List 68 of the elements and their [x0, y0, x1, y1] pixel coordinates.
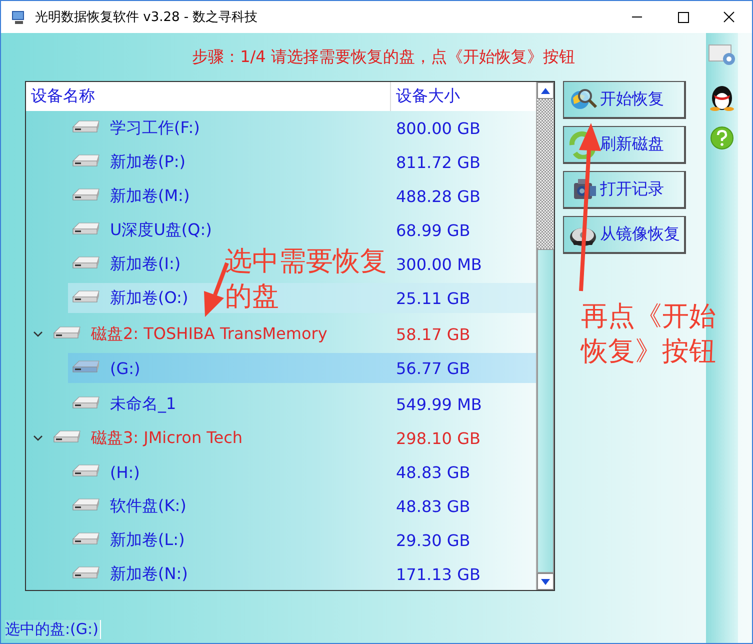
- volume-size: 549.99 MB: [395, 394, 483, 416]
- action-button[interactable]: 刷新磁盘: [563, 126, 686, 164]
- volume-size: 48.83 GB: [395, 462, 472, 484]
- column-header[interactable]: 设备大小: [391, 82, 536, 111]
- volume-item[interactable]: (G:): [68, 353, 144, 383]
- volume-size: 25.11 GB: [395, 288, 472, 310]
- volume-name: 学习工作(F:): [110, 118, 200, 138]
- volume-item[interactable]: 新加卷(P:): [68, 147, 190, 177]
- drive-icon: [71, 358, 101, 374]
- volume-size: 488.28 GB: [395, 186, 482, 208]
- volume-name: 新加卷(P:): [110, 152, 186, 172]
- scroll-up-icon[interactable]: [541, 88, 550, 94]
- volume-name: (G:): [110, 358, 140, 378]
- volume-item[interactable]: 新加卷(O:): [68, 283, 192, 313]
- drive-icon: [71, 118, 101, 134]
- drive-icon: [71, 288, 101, 304]
- drive-icon: [71, 220, 101, 236]
- disk-size: 58.17 GB: [395, 324, 472, 346]
- drive-icon: [71, 530, 101, 546]
- disk-size: 298.10 GB: [395, 428, 482, 450]
- volume-size: 300.00 MB: [395, 254, 483, 276]
- action-button[interactable]: 开始恢复: [563, 81, 686, 119]
- action-button[interactable]: 从镜像恢复: [563, 216, 686, 254]
- volume-size: 48.83 GB: [395, 496, 472, 518]
- volume-name: 软件盘(K:): [110, 496, 186, 516]
- volume-size: 171.13 GB: [395, 564, 482, 586]
- scroll-down-icon[interactable]: [541, 578, 550, 584]
- hard-drive-icon: [52, 428, 82, 444]
- volume-size: 29.30 GB: [395, 530, 472, 552]
- volume-size: 811.72 GB: [395, 152, 482, 174]
- status-text: 选中的盘:(G:): [5, 620, 102, 638]
- drive-icon: [71, 186, 101, 202]
- volume-size: 56.77 GB: [395, 358, 472, 380]
- scrollbar[interactable]: [536, 82, 554, 590]
- annotation-text: 选中需要恢复的盘: [225, 245, 387, 314]
- volume-item[interactable]: (H:): [68, 457, 144, 487]
- drive-icon: [71, 564, 101, 580]
- volume-name: 新加卷(I:): [110, 254, 181, 274]
- volume-name: 新加卷(M:): [110, 186, 190, 206]
- volume-name: (H:): [110, 462, 140, 482]
- volume-item[interactable]: 软件盘(K:): [68, 491, 190, 521]
- volume-item[interactable]: 未命名_1: [68, 389, 180, 419]
- volume-item[interactable]: 新加卷(M:): [68, 181, 194, 211]
- volume-item[interactable]: U深度U盘(Q:): [68, 215, 216, 245]
- drive-icon: [71, 152, 101, 168]
- annotation-text: 再点《开始恢复》按钮: [581, 300, 716, 370]
- volume-item[interactable]: 学习工作(F:): [68, 113, 204, 143]
- drive-icon: [71, 462, 101, 478]
- volume-name: 新加卷(N:): [110, 564, 188, 584]
- volume-item[interactable]: 新加卷(L:): [68, 525, 189, 555]
- volume-name: 未命名_1: [110, 394, 176, 414]
- drive-icon: [71, 394, 101, 410]
- action-button[interactable]: 打开记录: [563, 171, 686, 209]
- hard-drive-icon: [52, 324, 82, 340]
- step-instruction: 步骤：1/4 请选择需要恢复的盘，点《开始恢复》按钮: [191, 46, 576, 68]
- volume-item[interactable]: 新加卷(N:): [68, 559, 192, 589]
- volume-size: 68.99 GB: [395, 220, 472, 242]
- drive-icon: [71, 496, 101, 512]
- app-icon: [11, 9, 27, 25]
- volume-name: U深度U盘(Q:): [110, 220, 212, 240]
- drive-icon: [71, 254, 101, 270]
- window-title: 光明数据恢复软件 v3.28 - 数之寻科技: [35, 9, 259, 26]
- help-icon[interactable]: [709, 125, 735, 151]
- volume-name: 新加卷(L:): [110, 530, 185, 550]
- volume-item[interactable]: 新加卷(I:): [68, 249, 185, 279]
- volume-size: 800.00 GB: [395, 118, 482, 140]
- volume-name: 新加卷(O:): [110, 288, 188, 308]
- column-header[interactable]: 设备名称: [26, 82, 391, 111]
